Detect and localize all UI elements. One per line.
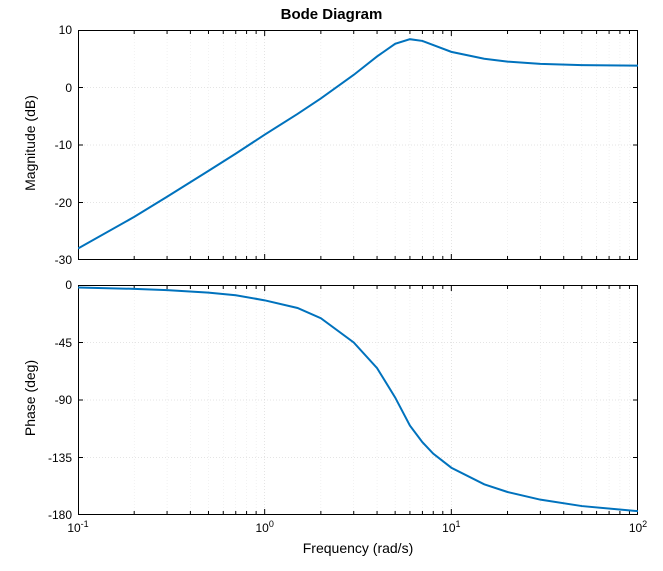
- x-tick-label: 102: [618, 519, 658, 535]
- phase-ytick-label: 0: [32, 278, 72, 292]
- magnitude-ytick-label: 10: [32, 23, 72, 37]
- magnitude-ytick-label: -30: [32, 253, 72, 267]
- bode-figure: Bode Diagram Magnitude (dB) -30-20-10010…: [0, 0, 663, 571]
- x-tick-label: 101: [431, 519, 471, 535]
- x-tick-label: 10-1: [58, 519, 98, 535]
- chart-title: Bode Diagram: [0, 6, 663, 23]
- magnitude-plot: [78, 30, 638, 260]
- magnitude-ytick-label: 0: [32, 81, 72, 95]
- phase-ytick-label: -135: [32, 451, 72, 465]
- phase-plot: [78, 285, 638, 515]
- phase-ytick-label: -45: [32, 336, 72, 350]
- magnitude-ytick-label: -20: [32, 196, 72, 210]
- magnitude-ytick-label: -10: [32, 138, 72, 152]
- xlabel: Frequency (rad/s): [78, 540, 638, 556]
- x-tick-label: 100: [245, 519, 285, 535]
- phase-ytick-label: -90: [32, 393, 72, 407]
